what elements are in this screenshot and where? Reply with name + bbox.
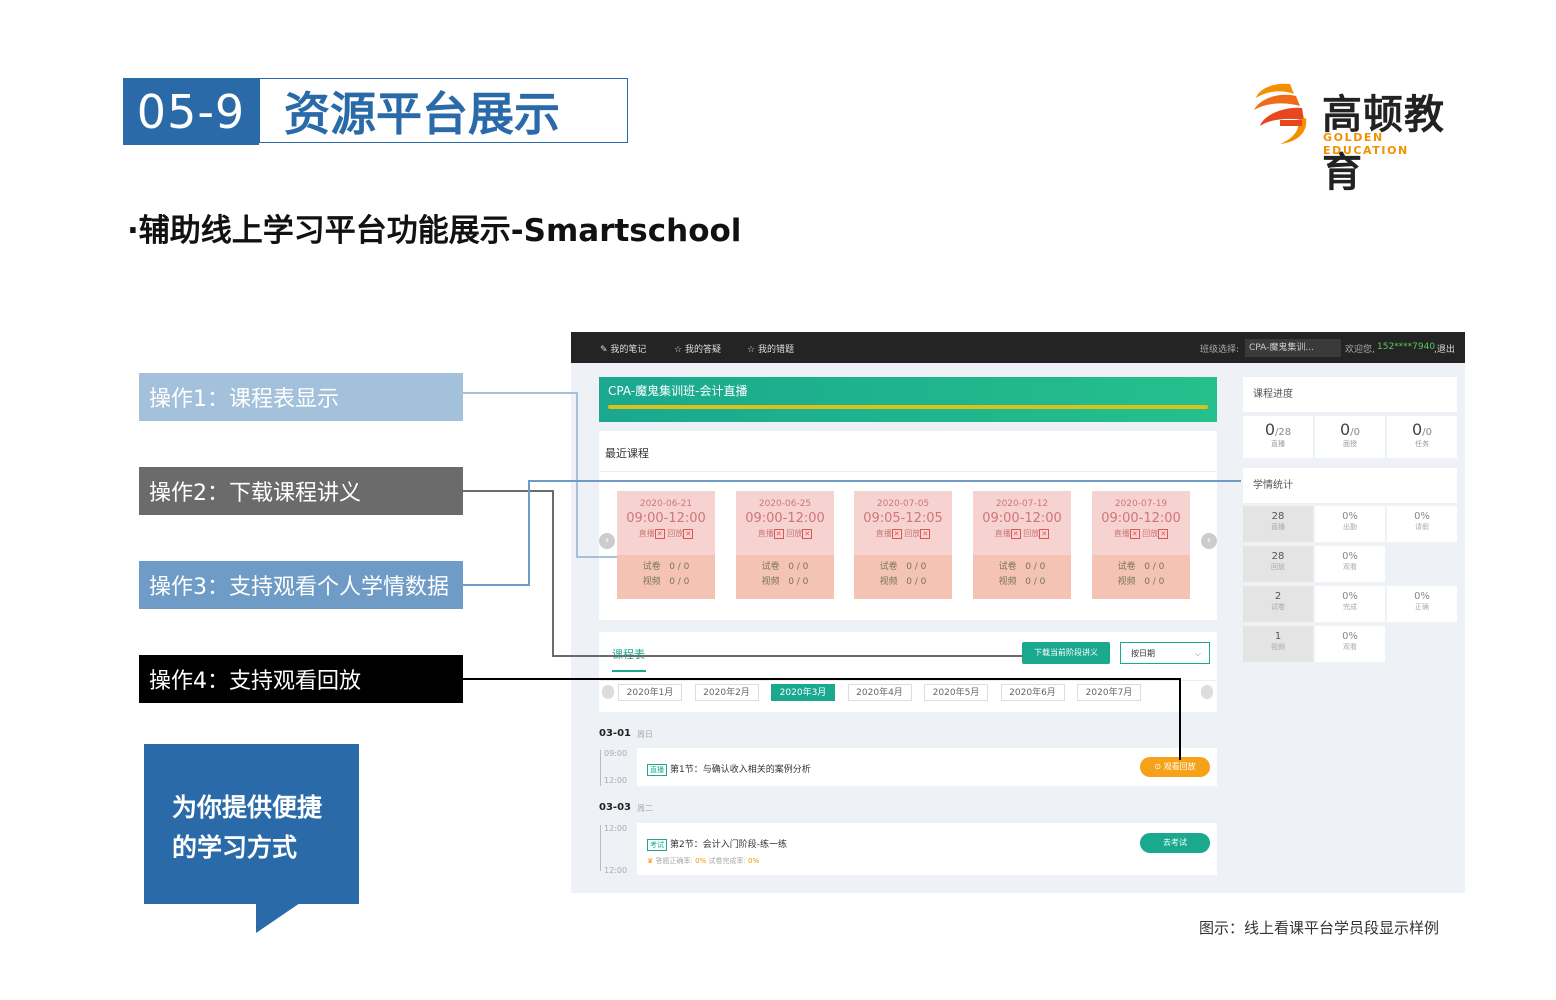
figure-caption: 图示：线上看课平台学员段显示样例 [1199, 919, 1440, 937]
connector-op4 [463, 678, 1181, 760]
connector-op1 [463, 392, 617, 558]
connector-op3 [463, 480, 1241, 586]
connector-op2 [463, 490, 1023, 657]
connector-lines [463, 392, 1241, 760]
